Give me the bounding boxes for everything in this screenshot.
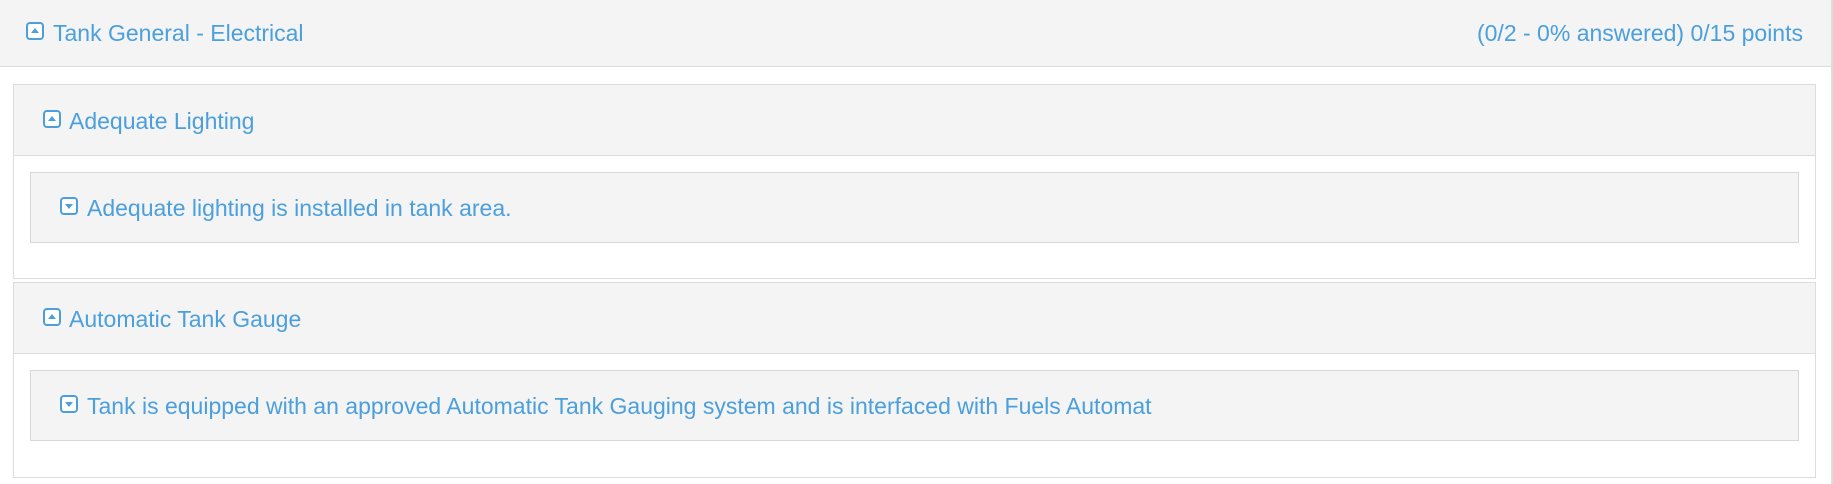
section-automatic-tank-gauge: Automatic Tank Gauge Tank is equipped wi…	[13, 282, 1816, 478]
expand-icon[interactable]	[60, 197, 78, 215]
question-item[interactable]: Adequate lighting is installed in tank a…	[30, 172, 1799, 243]
section-header[interactable]: Adequate Lighting	[14, 85, 1815, 156]
question-text[interactable]: Adequate lighting is installed in tank a…	[87, 197, 512, 220]
section-title[interactable]: Adequate Lighting	[69, 110, 254, 133]
section-title[interactable]: Automatic Tank Gauge	[69, 308, 301, 331]
question-text[interactable]: Tank is equipped with an approved Automa…	[87, 395, 1152, 418]
collapse-icon[interactable]	[43, 308, 61, 326]
collapse-icon[interactable]	[26, 22, 44, 40]
section-header[interactable]: Automatic Tank Gauge	[14, 283, 1815, 354]
group-summary: (0/2 - 0% answered) 0/15 points	[1476, 20, 1803, 46]
expand-icon[interactable]	[60, 395, 78, 413]
collapse-icon[interactable]	[43, 110, 61, 128]
group-title[interactable]: Tank General - Electrical	[53, 22, 304, 45]
group-header[interactable]: Tank General - Electrical (0/2 - 0% answ…	[0, 0, 1831, 67]
checklist-panel: Tank General - Electrical (0/2 - 0% answ…	[0, 0, 1833, 484]
question-item[interactable]: Tank is equipped with an approved Automa…	[30, 370, 1799, 441]
section-adequate-lighting: Adequate Lighting Adequate lighting is i…	[13, 84, 1816, 279]
